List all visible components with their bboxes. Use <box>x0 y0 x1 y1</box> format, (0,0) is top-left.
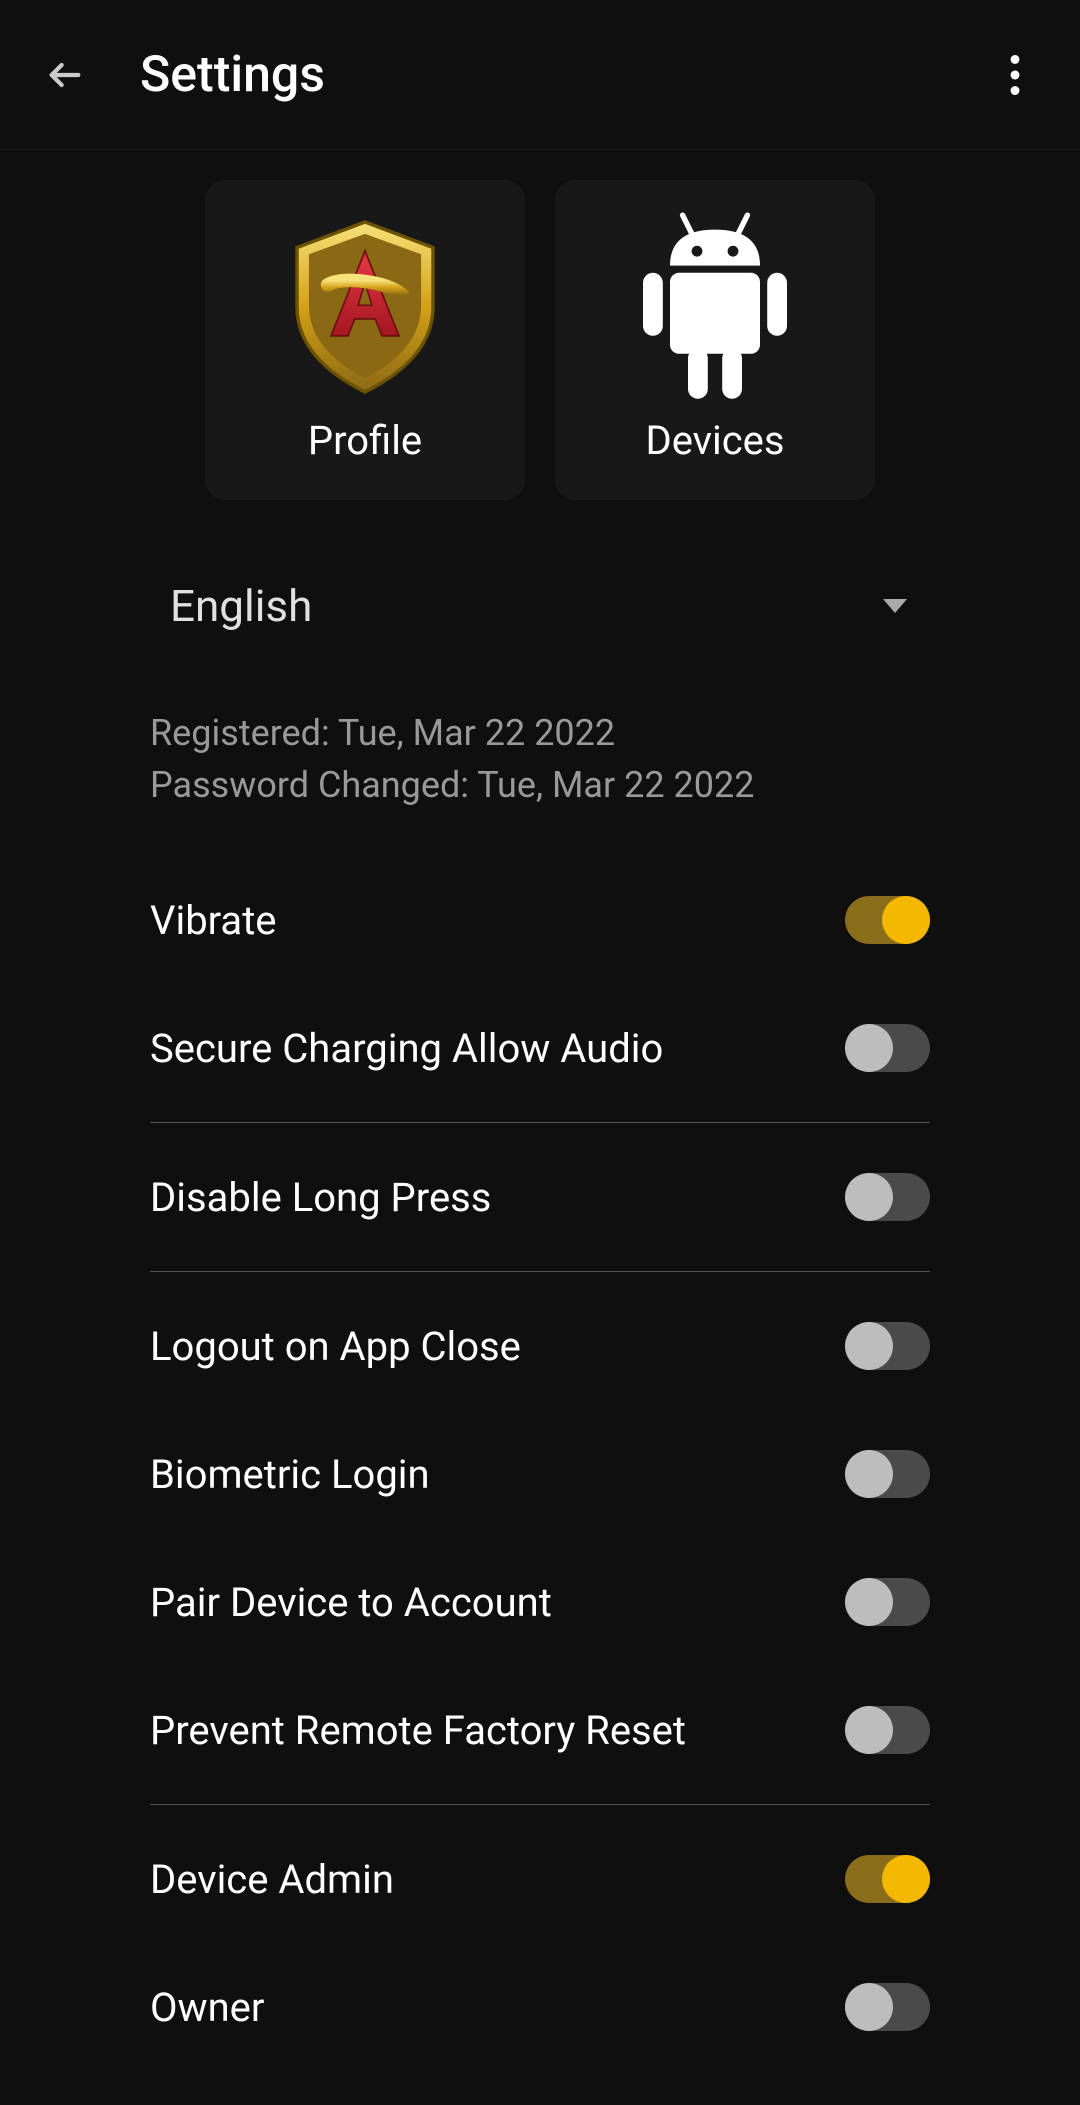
biometric-row: Biometric Login <box>150 1410 930 1538</box>
disable-long-press-toggle[interactable] <box>845 1173 930 1221</box>
prevent-reset-label: Prevent Remote Factory Reset <box>150 1707 686 1754</box>
device-admin-toggle[interactable] <box>845 1855 930 1903</box>
device-admin-row: Device Admin <box>150 1815 930 1943</box>
biometric-label: Biometric Login <box>150 1451 430 1498</box>
registered-line: Registered: Tue, Mar 22 2022 <box>150 712 930 754</box>
biometric-toggle[interactable] <box>845 1450 930 1498</box>
profile-card-label: Profile <box>308 417 422 464</box>
vibrate-row: Vibrate <box>150 856 930 984</box>
shield-logo-icon <box>275 217 455 397</box>
devices-card-label: Devices <box>645 417 784 464</box>
secure-charging-row: Secure Charging Allow Audio <box>150 984 930 1112</box>
divider <box>150 1271 930 1272</box>
logout-on-close-toggle[interactable] <box>845 1322 930 1370</box>
language-selected: English <box>170 580 312 632</box>
account-info: Registered: Tue, Mar 22 2022 Password Ch… <box>150 712 930 806</box>
disable-long-press-label: Disable Long Press <box>150 1174 491 1221</box>
secure-charging-toggle[interactable] <box>845 1024 930 1072</box>
divider <box>150 1122 930 1123</box>
secure-charging-label: Secure Charging Allow Audio <box>150 1025 663 1072</box>
pair-device-toggle[interactable] <box>845 1578 930 1626</box>
prevent-reset-toggle[interactable] <box>845 1706 930 1754</box>
android-icon <box>625 217 805 397</box>
profile-card[interactable]: Profile <box>205 180 525 500</box>
pair-device-row: Pair Device to Account <box>150 1538 930 1666</box>
language-dropdown[interactable]: English <box>150 550 930 662</box>
more-vertical-icon[interactable] <box>990 50 1040 100</box>
logout-on-close-label: Logout on App Close <box>150 1323 521 1370</box>
device-admin-label: Device Admin <box>150 1856 394 1903</box>
cards-row: Profile Devices <box>0 150 1080 550</box>
disable-long-press-row: Disable Long Press <box>150 1133 930 1261</box>
page-title: Settings <box>140 46 990 104</box>
header: Settings <box>0 0 1080 150</box>
pair-device-label: Pair Device to Account <box>150 1579 552 1626</box>
prevent-reset-row: Prevent Remote Factory Reset <box>150 1666 930 1794</box>
vibrate-label: Vibrate <box>150 897 276 944</box>
back-arrow-icon[interactable] <box>40 50 90 100</box>
password-changed-line: Password Changed: Tue, Mar 22 2022 <box>150 764 930 806</box>
chevron-down-icon <box>880 591 910 621</box>
logout-on-close-row: Logout on App Close <box>150 1282 930 1410</box>
owner-row: Owner <box>150 1943 930 2071</box>
vibrate-toggle[interactable] <box>845 896 930 944</box>
owner-toggle[interactable] <box>845 1983 930 2031</box>
content: English Registered: Tue, Mar 22 2022 Pas… <box>0 550 1080 2071</box>
divider <box>150 1804 930 1805</box>
owner-label: Owner <box>150 1984 264 2031</box>
devices-card[interactable]: Devices <box>555 180 875 500</box>
